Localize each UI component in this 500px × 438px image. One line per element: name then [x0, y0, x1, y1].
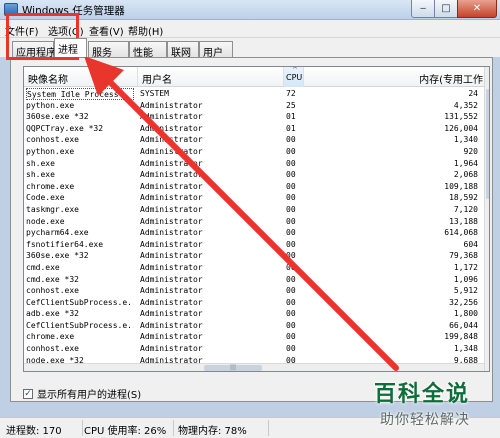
tab-processes[interactable]: 进程	[54, 38, 87, 57]
watermark: 百科全说 助你轻松解决	[368, 376, 498, 438]
watermark-title: 百科全说	[374, 382, 471, 407]
task-manager-window: Windows 任务管理器 ‒ □ ✕ 文件(F) 选项(O) 查看(V) 帮助…	[0, 0, 500, 438]
annotation-arrow	[84, 56, 399, 371]
watermark-subtitle: 助你轻松解决	[380, 412, 470, 428]
